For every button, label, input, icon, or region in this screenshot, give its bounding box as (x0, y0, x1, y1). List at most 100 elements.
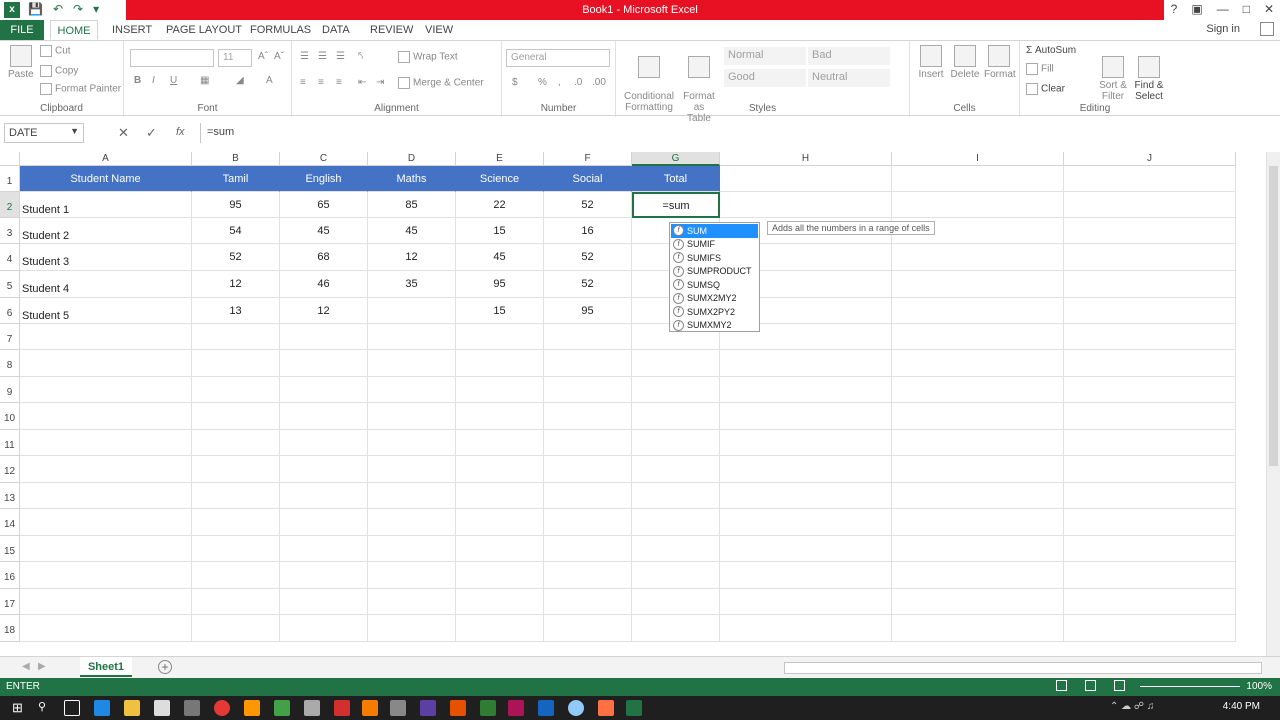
decrease-decimal-icon[interactable]: .00 (592, 77, 606, 88)
cell[interactable] (456, 377, 544, 403)
after-effects-icon[interactable] (420, 700, 436, 716)
sheet-tab[interactable]: Sheet1 (80, 657, 132, 677)
cell[interactable] (720, 192, 892, 218)
cell[interactable] (544, 615, 632, 642)
cell[interactable] (20, 589, 192, 615)
cell[interactable] (368, 377, 456, 403)
cell[interactable] (1064, 324, 1236, 350)
file-explorer-icon[interactable] (124, 700, 140, 716)
cell[interactable] (632, 536, 720, 562)
table-header-cell[interactable]: Total (632, 166, 720, 192)
worksheet-grid[interactable]: A B C D E F G H I J 1 Student Name Tamil English Maths… (0, 152, 1266, 656)
cell[interactable] (280, 430, 368, 456)
cell[interactable] (280, 324, 368, 350)
formula-input[interactable]: =sum (200, 123, 1264, 143)
table-header-cell[interactable]: English (280, 166, 368, 192)
autocomplete-item[interactable]: f SUMPRODUCT (671, 265, 758, 279)
tab-home[interactable]: HOME (50, 20, 98, 40)
cell[interactable] (720, 166, 892, 192)
column-header-f[interactable]: F (544, 152, 632, 166)
cell[interactable] (892, 536, 1064, 562)
column-header-a[interactable]: A (20, 152, 192, 166)
cell[interactable] (368, 298, 456, 324)
cell[interactable]: 45 (280, 218, 368, 244)
cell[interactable] (1064, 298, 1236, 324)
column-header-e[interactable]: E (456, 152, 544, 166)
cell[interactable] (192, 403, 280, 430)
cell[interactable] (892, 615, 1064, 642)
cell[interactable]: 68 (280, 244, 368, 271)
comma-style-icon[interactable]: , (558, 77, 561, 88)
cell[interactable] (20, 350, 192, 377)
cell[interactable] (1064, 192, 1236, 218)
cell[interactable] (456, 324, 544, 350)
cell[interactable] (368, 430, 456, 456)
row-header-13[interactable]: 13 (0, 483, 20, 509)
app-icon[interactable] (598, 700, 614, 716)
autocomplete-item[interactable]: f SUMX2PY2 (671, 305, 758, 319)
cell[interactable] (20, 536, 192, 562)
cell[interactable] (368, 536, 456, 562)
cell[interactable] (544, 324, 632, 350)
align-left-icon[interactable]: ≡ (300, 77, 306, 88)
cell[interactable] (544, 589, 632, 615)
style-neutral[interactable]: Neutral (808, 69, 890, 87)
wrap-text-button[interactable]: Wrap Text (398, 51, 458, 63)
minimize-button[interactable]: — (1217, 2, 1229, 16)
cell[interactable] (368, 589, 456, 615)
cell[interactable] (632, 403, 720, 430)
cell[interactable] (456, 615, 544, 642)
cell[interactable] (20, 615, 192, 642)
maximize-button[interactable]: □ (1243, 2, 1250, 16)
cell[interactable] (720, 377, 892, 403)
cell[interactable] (720, 456, 892, 483)
select-all-corner[interactable] (0, 152, 20, 166)
cell[interactable]: 13 (192, 298, 280, 324)
autocomplete-item[interactable]: f SUMSQ (671, 278, 758, 292)
cell[interactable] (544, 430, 632, 456)
chrome-icon[interactable] (214, 700, 230, 716)
app-icon[interactable] (184, 700, 200, 716)
cell[interactable] (192, 509, 280, 536)
cell[interactable] (456, 589, 544, 615)
illustrator-icon[interactable] (450, 700, 466, 716)
cell[interactable] (544, 377, 632, 403)
search-icon[interactable]: ⚲ (38, 700, 54, 716)
insert-cells-button[interactable]: Insert (916, 45, 946, 80)
cell[interactable]: 52 (544, 271, 632, 298)
cell[interactable]: 65 (280, 192, 368, 218)
tab-review[interactable]: REVIEW (370, 20, 413, 40)
cell[interactable]: 52 (544, 192, 632, 218)
cell[interactable] (544, 483, 632, 509)
cell[interactable] (544, 536, 632, 562)
cell[interactable] (368, 403, 456, 430)
row-header-4[interactable]: 4 (0, 244, 20, 271)
autocomplete-item[interactable]: f SUMIFS (671, 251, 758, 265)
help-button[interactable]: ? (1171, 2, 1178, 16)
tab-file[interactable]: FILE (0, 20, 44, 40)
cell[interactable] (544, 509, 632, 536)
row-header-17[interactable]: 17 (0, 589, 20, 615)
cell[interactable] (280, 562, 368, 589)
cell[interactable] (632, 562, 720, 589)
cell[interactable]: 16 (544, 218, 632, 244)
cell[interactable] (1064, 562, 1236, 589)
name-box[interactable]: DATE ▼ (4, 123, 84, 143)
tab-data[interactable]: DATA (322, 20, 350, 40)
format-cells-button[interactable]: Format (984, 45, 1016, 80)
cell[interactable] (456, 536, 544, 562)
cell[interactable] (368, 615, 456, 642)
cell[interactable] (280, 456, 368, 483)
cell[interactable] (892, 350, 1064, 377)
cell[interactable] (456, 509, 544, 536)
cell[interactable] (1064, 615, 1236, 642)
align-right-icon[interactable]: ≡ (336, 77, 342, 88)
cell[interactable] (192, 350, 280, 377)
cell[interactable] (456, 403, 544, 430)
cell[interactable] (1064, 403, 1236, 430)
cell[interactable] (1064, 456, 1236, 483)
cell[interactable]: 12 (280, 298, 368, 324)
cell[interactable] (280, 536, 368, 562)
autocomplete-item[interactable]: f SUM (671, 224, 758, 238)
bottom-align-icon[interactable]: ☰ (336, 51, 345, 62)
